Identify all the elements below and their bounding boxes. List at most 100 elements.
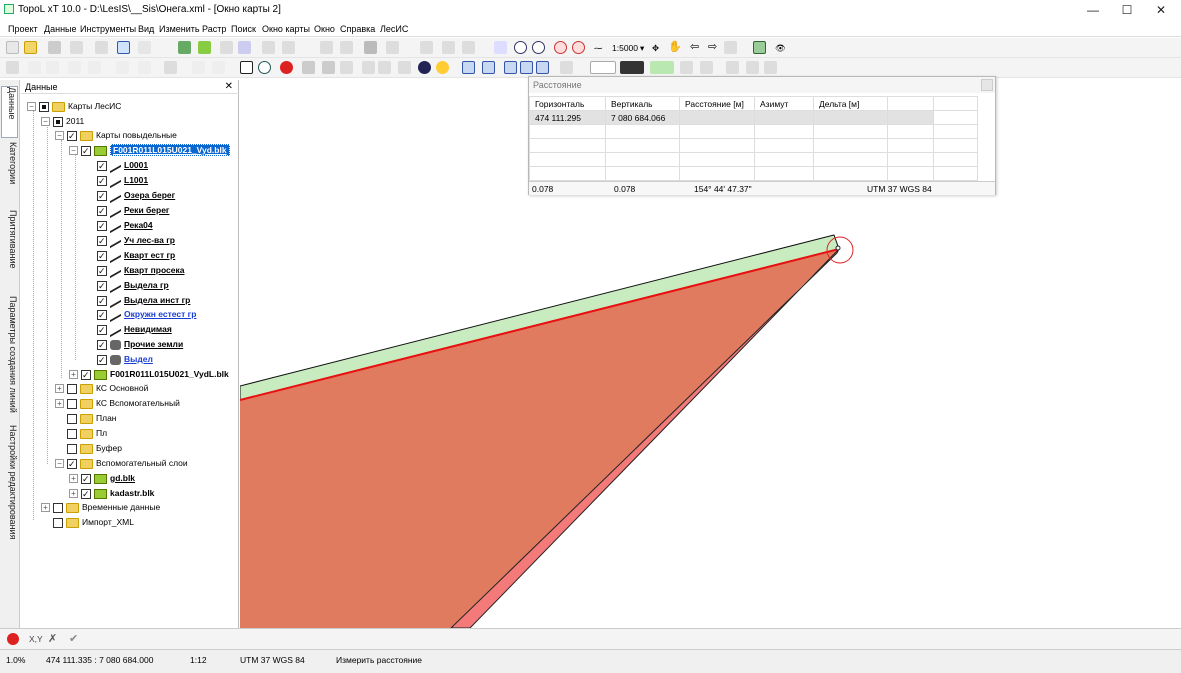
map-refresh-icon[interactable]	[753, 41, 766, 54]
tree-node[interactable]: + Временные данные	[41, 500, 160, 514]
tree-node[interactable]: Буфер	[55, 441, 122, 455]
tree-node[interactable]: Пл	[55, 426, 107, 440]
list-icon[interactable]	[138, 41, 151, 54]
help-cursor-icon[interactable]	[436, 61, 449, 74]
cancel-edit-icon[interactable]	[7, 633, 19, 645]
checkbox[interactable]	[53, 517, 63, 528]
col-vertical[interactable]: Вертикаль	[605, 96, 680, 111]
pencil-icon[interactable]	[192, 61, 205, 74]
tree-node[interactable]: Выдела инст гр	[97, 293, 190, 308]
measure-cross-icon[interactable]	[240, 61, 253, 74]
menu-edit[interactable]: Изменить	[159, 24, 200, 34]
close-button[interactable]: ✕	[1150, 2, 1172, 18]
eye-icon[interactable]: 👁	[775, 43, 786, 54]
print-icon[interactable]	[70, 41, 83, 54]
checkbox[interactable]	[81, 488, 91, 499]
window-1-icon[interactable]	[462, 61, 475, 74]
side-tab-categories[interactable]: Категории	[2, 142, 18, 204]
color-green-swatch[interactable]	[650, 61, 674, 74]
collapse-icon[interactable]: −	[27, 102, 36, 112]
side-tab-edit-settings[interactable]: Настройки редактирования	[2, 425, 18, 545]
menu-data[interactable]: Данные	[44, 24, 77, 34]
attribute-icon[interactable]	[362, 61, 375, 74]
checkbox[interactable]	[67, 428, 77, 439]
symbol-icon[interactable]	[680, 61, 693, 74]
zoom-out-icon[interactable]	[532, 41, 545, 54]
menu-raster[interactable]: Растр	[202, 24, 226, 34]
tool-icon[interactable]: ✗	[48, 632, 57, 645]
dialog-close-icon[interactable]	[981, 79, 993, 91]
expand-icon[interactable]: +	[41, 503, 50, 513]
col-distance[interactable]: Расстояние [м]	[679, 96, 755, 111]
layer-add-icon[interactable]	[178, 41, 191, 54]
checkbox[interactable]	[97, 175, 107, 186]
window-3-icon[interactable]	[504, 61, 517, 74]
inspect-icon[interactable]	[398, 61, 411, 74]
menu-view[interactable]: Вид	[138, 24, 154, 34]
checkbox[interactable]	[97, 295, 107, 306]
table-row[interactable]	[529, 152, 978, 167]
checkbox[interactable]	[97, 265, 107, 276]
tree-node[interactable]: Невидимая	[97, 322, 172, 337]
vertex-point[interactable]	[835, 245, 841, 251]
undo-icon[interactable]	[28, 61, 41, 74]
tree-node[interactable]: Река04	[97, 218, 153, 233]
minimize-button[interactable]: —	[1082, 2, 1104, 18]
select-tool-icon[interactable]	[117, 41, 130, 54]
checkbox[interactable]	[97, 339, 107, 350]
checkbox[interactable]	[97, 190, 107, 201]
info-icon[interactable]	[418, 61, 431, 74]
redo-icon[interactable]	[46, 61, 59, 74]
collapse-icon[interactable]: −	[55, 131, 64, 141]
fill-tool-icon[interactable]	[164, 61, 177, 74]
checkbox[interactable]	[53, 116, 63, 127]
query-icon[interactable]	[420, 41, 433, 54]
checkbox[interactable]	[67, 383, 77, 394]
label-icon[interactable]	[764, 61, 777, 74]
checkbox[interactable]	[97, 205, 107, 216]
scale-select[interactable]: 1:5000	[612, 43, 638, 53]
raster-icon[interactable]	[262, 41, 275, 54]
calc-icon[interactable]	[442, 41, 455, 54]
checkbox[interactable]	[97, 235, 107, 246]
node-tool-icon[interactable]	[116, 61, 129, 74]
checkbox[interactable]	[39, 101, 49, 112]
back-arrow-icon[interactable]: ⇦	[690, 40, 699, 53]
confirm-check-icon[interactable]: ✔	[69, 632, 78, 645]
maximize-button[interactable]: ☐	[1116, 2, 1138, 18]
collapse-icon[interactable]: −	[41, 117, 50, 127]
tree-node[interactable]: +kadastr.blk	[69, 486, 154, 500]
new-project-icon[interactable]	[6, 41, 19, 54]
filter-icon[interactable]	[340, 61, 353, 74]
checkbox[interactable]	[81, 369, 91, 380]
checkbox[interactable]	[67, 413, 77, 424]
checkbox[interactable]	[67, 443, 77, 454]
checkbox[interactable]	[97, 250, 107, 261]
copy-style-icon[interactable]	[726, 61, 739, 74]
tree-node[interactable]: + КС Вспомогательный	[55, 396, 180, 410]
collapse-icon[interactable]: −	[69, 146, 78, 156]
col-azimuth[interactable]: Азимут	[754, 96, 814, 111]
parcel-polygon[interactable]	[240, 249, 839, 628]
layer-props-icon[interactable]	[220, 41, 233, 54]
database-icon[interactable]	[364, 41, 377, 54]
expand-icon[interactable]: +	[69, 489, 78, 499]
expand-icon[interactable]: +	[55, 384, 64, 394]
table-row[interactable]: 474 111.295 7 080 684.066	[529, 110, 978, 125]
raster-props-icon[interactable]	[282, 41, 295, 54]
grid-icon[interactable]	[320, 41, 333, 54]
checkbox[interactable]	[97, 280, 107, 291]
col-delta[interactable]: Дельта [м]	[813, 96, 888, 111]
tree-node[interactable]: −2011	[41, 114, 84, 128]
checkbox[interactable]	[67, 130, 77, 141]
tree-node[interactable]: + КС Основной	[55, 381, 148, 395]
tree-node[interactable]: −Вспомогательный слои	[55, 456, 188, 470]
tree-node[interactable]: Окружн естест гр	[97, 307, 196, 322]
checkbox[interactable]	[53, 502, 63, 513]
tree-node[interactable]: L1001	[97, 173, 148, 188]
zoom-in-icon[interactable]	[514, 41, 527, 54]
chevron-down-icon[interactable]: ▾	[640, 43, 644, 54]
table-row[interactable]	[529, 138, 978, 153]
cancel-icon[interactable]	[280, 61, 293, 74]
export-icon[interactable]	[462, 41, 475, 54]
